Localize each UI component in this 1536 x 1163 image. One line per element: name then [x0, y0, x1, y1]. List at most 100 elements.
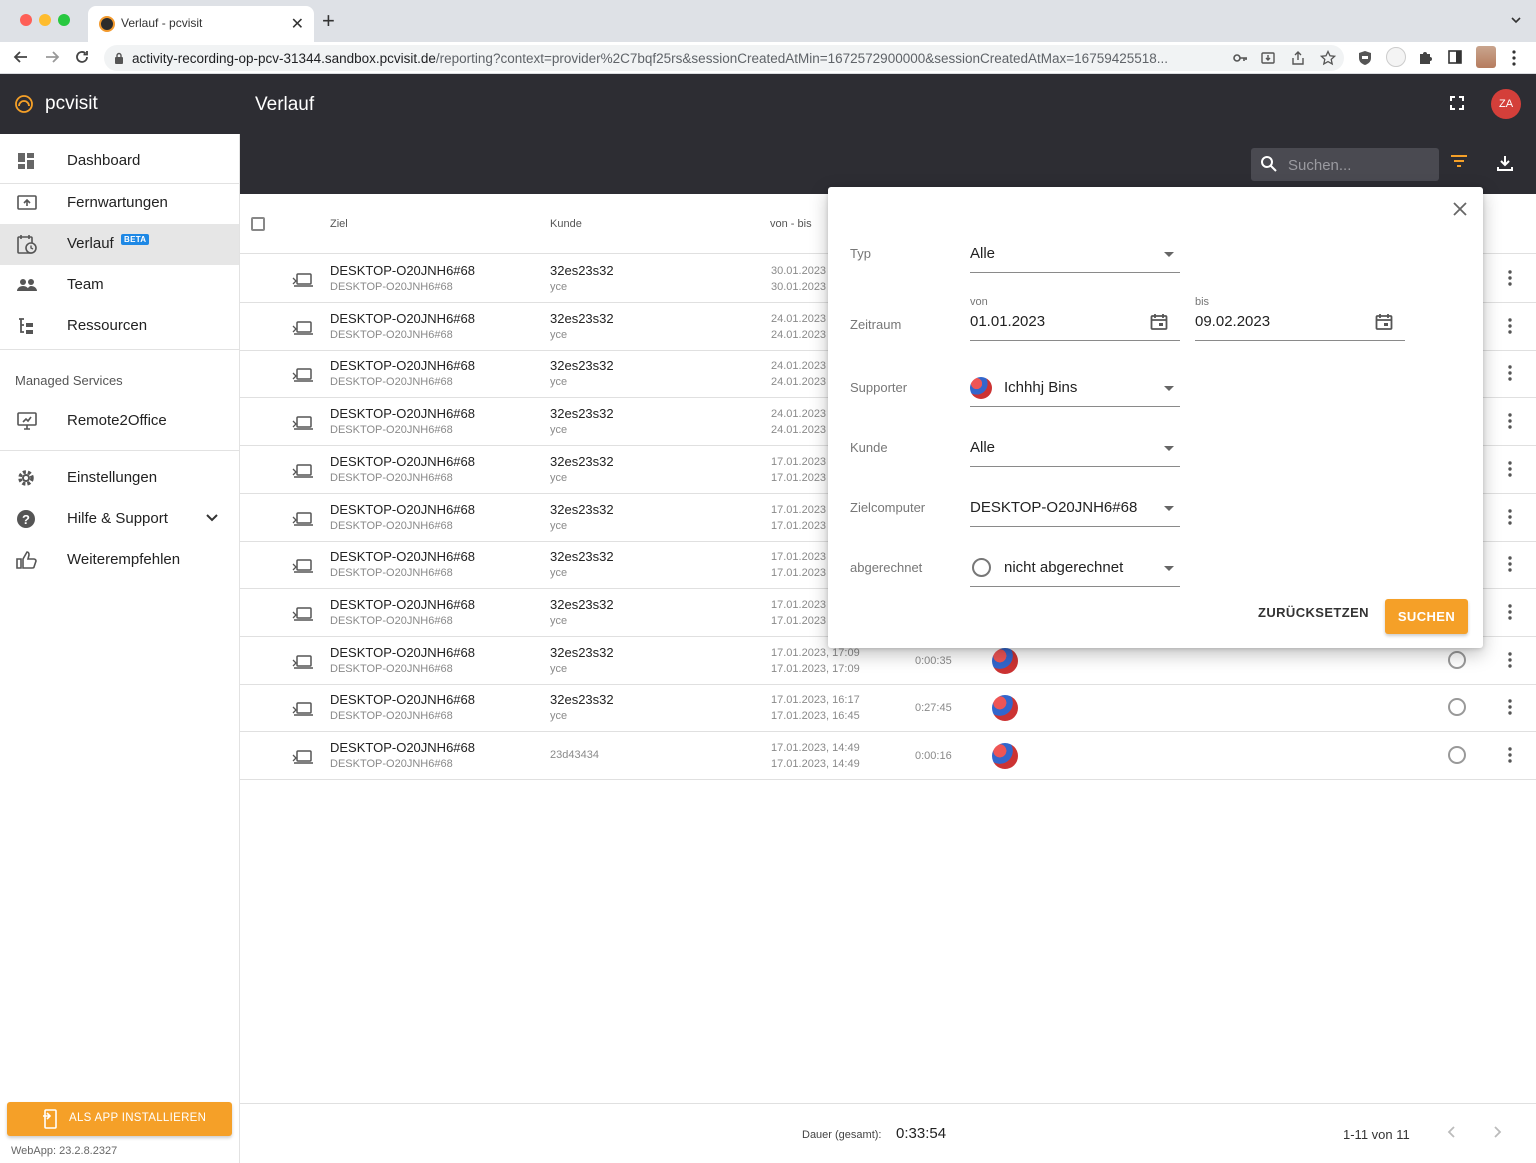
sidebar-item-verlauf[interactable]: Verlauf BETA: [0, 224, 239, 265]
beta-badge: BETA: [121, 234, 150, 245]
duration-value: 0:33:54: [896, 1125, 947, 1142]
key-icon[interactable]: [1232, 50, 1248, 66]
sidebar-item-ressourcen[interactable]: Ressourcen: [0, 306, 239, 347]
page-header: Verlauf ZA: [240, 74, 1536, 194]
bis-date-field[interactable]: 09.02.2023: [1195, 307, 1405, 341]
resources-icon: [19, 318, 33, 334]
billed-radio[interactable]: [1448, 746, 1466, 764]
ziel-subtitle: DESKTOP-O20JNH6#68: [330, 519, 453, 532]
close-window-button[interactable]: [20, 14, 32, 26]
more-options-icon[interactable]: [1508, 508, 1512, 525]
abgerechnet-select[interactable]: nicht abgerechnet: [970, 553, 1180, 587]
sidebar-item-hilfe-support[interactable]: ? Hilfe & Support: [0, 499, 239, 540]
kunde-name: 32es23s32: [550, 406, 614, 422]
sidebar-item-weiterempfehlen[interactable]: Weiterempfehlen: [0, 540, 239, 581]
column-header-kunde[interactable]: Kunde: [550, 218, 582, 230]
sidebar: pcvisit Dashboard Fernwartungen Verlauf B…: [0, 74, 240, 1163]
next-page-icon[interactable]: [1490, 1125, 1504, 1139]
bookmark-star-icon[interactable]: [1320, 50, 1336, 66]
calendar-icon[interactable]: [1375, 313, 1393, 331]
url-text: activity-recording-op-pcv-31344.sandbox.…: [132, 51, 1169, 66]
more-options-icon[interactable]: [1508, 556, 1512, 572]
column-header-von-bis[interactable]: von - bis: [770, 218, 812, 230]
more-options-icon[interactable]: [1508, 461, 1512, 477]
session-start: 24.01.2023: [771, 408, 827, 421]
session-end: 17.01.2023: [771, 519, 827, 532]
user-avatar[interactable]: ZA: [1491, 89, 1521, 119]
search-input[interactable]: [1288, 154, 1428, 176]
new-tab-button[interactable]: +: [322, 10, 335, 32]
kunde-name: 32es23s32: [550, 310, 614, 326]
zielcomputer-select[interactable]: DESKTOP-O20JNH6#68: [970, 493, 1180, 527]
table-footer: Dauer (gesamt): 0:33:54 1-11 von 11: [240, 1103, 1536, 1163]
more-options-icon[interactable]: [1508, 604, 1512, 620]
table-row[interactable]: DESKTOP-O20JNH6#68 DESKTOP-O20JNH6#68 23d4…: [240, 732, 1536, 780]
sidebar-item-remote2office[interactable]: Remote2Office: [0, 401, 239, 442]
maximize-window-button[interactable]: [58, 14, 70, 26]
browser-menu-icon[interactable]: [1512, 50, 1516, 66]
install-app-icon[interactable]: [1260, 50, 1276, 66]
kunde-name: 32es23s32: [550, 644, 614, 660]
more-options-icon[interactable]: [1508, 365, 1512, 382]
filter-dialog: Typ Alle von bis Zeitraum 01.01.2023 09.…: [828, 187, 1483, 648]
sidebar-item-team[interactable]: Team: [0, 265, 239, 306]
calendar-icon[interactable]: [1150, 313, 1168, 331]
monitor-icon: [17, 412, 37, 430]
more-options-icon[interactable]: [1508, 270, 1512, 286]
more-options-icon[interactable]: [1508, 413, 1512, 429]
dropdown-arrow-icon: [1164, 446, 1174, 451]
share-icon[interactable]: [1290, 50, 1306, 66]
session-start: 17.01.2023, 17:09: [771, 646, 860, 659]
von-date-field[interactable]: 01.01.2023: [970, 307, 1180, 341]
extension-icon[interactable]: [1386, 47, 1406, 67]
browser-tabbar: Verlauf - pcvisit ✕ +: [0, 0, 1536, 42]
sidebar-item-dashboard[interactable]: Dashboard: [0, 141, 239, 182]
sidebar-item-einstellungen[interactable]: Einstellungen: [0, 458, 239, 499]
more-options-icon[interactable]: [1508, 699, 1512, 715]
address-bar[interactable]: activity-recording-op-pcv-31344.sandbox.…: [104, 45, 1344, 71]
fullscreen-icon[interactable]: [1450, 96, 1464, 110]
tab-close-icon[interactable]: ✕: [291, 14, 304, 34]
ziel-subtitle: DESKTOP-O20JNH6#68: [330, 328, 453, 341]
forward-icon[interactable]: [43, 48, 61, 66]
kunde-label: Kunde: [850, 440, 888, 455]
more-options-icon[interactable]: [1508, 651, 1512, 668]
select-all-checkbox[interactable]: [251, 217, 265, 231]
kunde-subtitle: yce: [550, 614, 568, 627]
billed-radio[interactable]: [1448, 698, 1466, 717]
profile-avatar[interactable]: [1476, 46, 1496, 68]
search-button[interactable]: SUCHEN: [1385, 599, 1468, 634]
previous-page-icon[interactable]: [1445, 1125, 1459, 1139]
close-icon[interactable]: [1452, 201, 1468, 217]
shield-extension-icon[interactable]: [1358, 50, 1372, 66]
back-icon[interactable]: [12, 48, 30, 66]
install-app-button[interactable]: ALS APP INSTALLIEREN: [7, 1102, 232, 1136]
supporter-select[interactable]: Ichhhj Bins: [970, 373, 1180, 407]
tab-search-chevron-icon[interactable]: [1510, 14, 1522, 26]
sidebar-item-label: Fernwartungen: [67, 194, 168, 211]
browser-tab[interactable]: Verlauf - pcvisit ✕: [88, 6, 314, 42]
search-field[interactable]: [1251, 148, 1439, 181]
sidebar-item-fernwartungen[interactable]: Fernwartungen: [0, 183, 239, 224]
table-row[interactable]: DESKTOP-O20JNH6#68 DESKTOP-O20JNH6#68 32es…: [240, 684, 1536, 733]
supporter-avatar: [992, 647, 1018, 674]
ziel-name: DESKTOP-O20JNH6#68: [330, 692, 475, 708]
page-title: Verlauf: [255, 94, 315, 115]
column-header-ziel[interactable]: Ziel: [330, 218, 348, 230]
extensions-puzzle-icon[interactable]: [1418, 50, 1433, 65]
more-options-icon[interactable]: [1508, 317, 1512, 334]
session-start: 17.01.2023: [771, 455, 827, 468]
minimize-window-button[interactable]: [39, 14, 51, 26]
download-icon[interactable]: [1496, 154, 1514, 172]
thumbs-up-icon: [16, 551, 37, 569]
filter-icon[interactable]: [1450, 154, 1468, 168]
billed-radio[interactable]: [1448, 650, 1466, 669]
kunde-select[interactable]: Alle: [970, 433, 1180, 467]
ziel-name: DESKTOP-O20JNH6#68: [330, 644, 475, 660]
chevron-down-icon[interactable]: [205, 511, 219, 525]
typ-select[interactable]: Alle: [970, 239, 1180, 273]
reload-icon[interactable]: [73, 48, 91, 66]
more-options-icon[interactable]: [1508, 747, 1512, 763]
sidepanel-icon[interactable]: [1448, 50, 1462, 64]
reset-button[interactable]: ZURÜCKSETZEN: [1258, 605, 1369, 620]
